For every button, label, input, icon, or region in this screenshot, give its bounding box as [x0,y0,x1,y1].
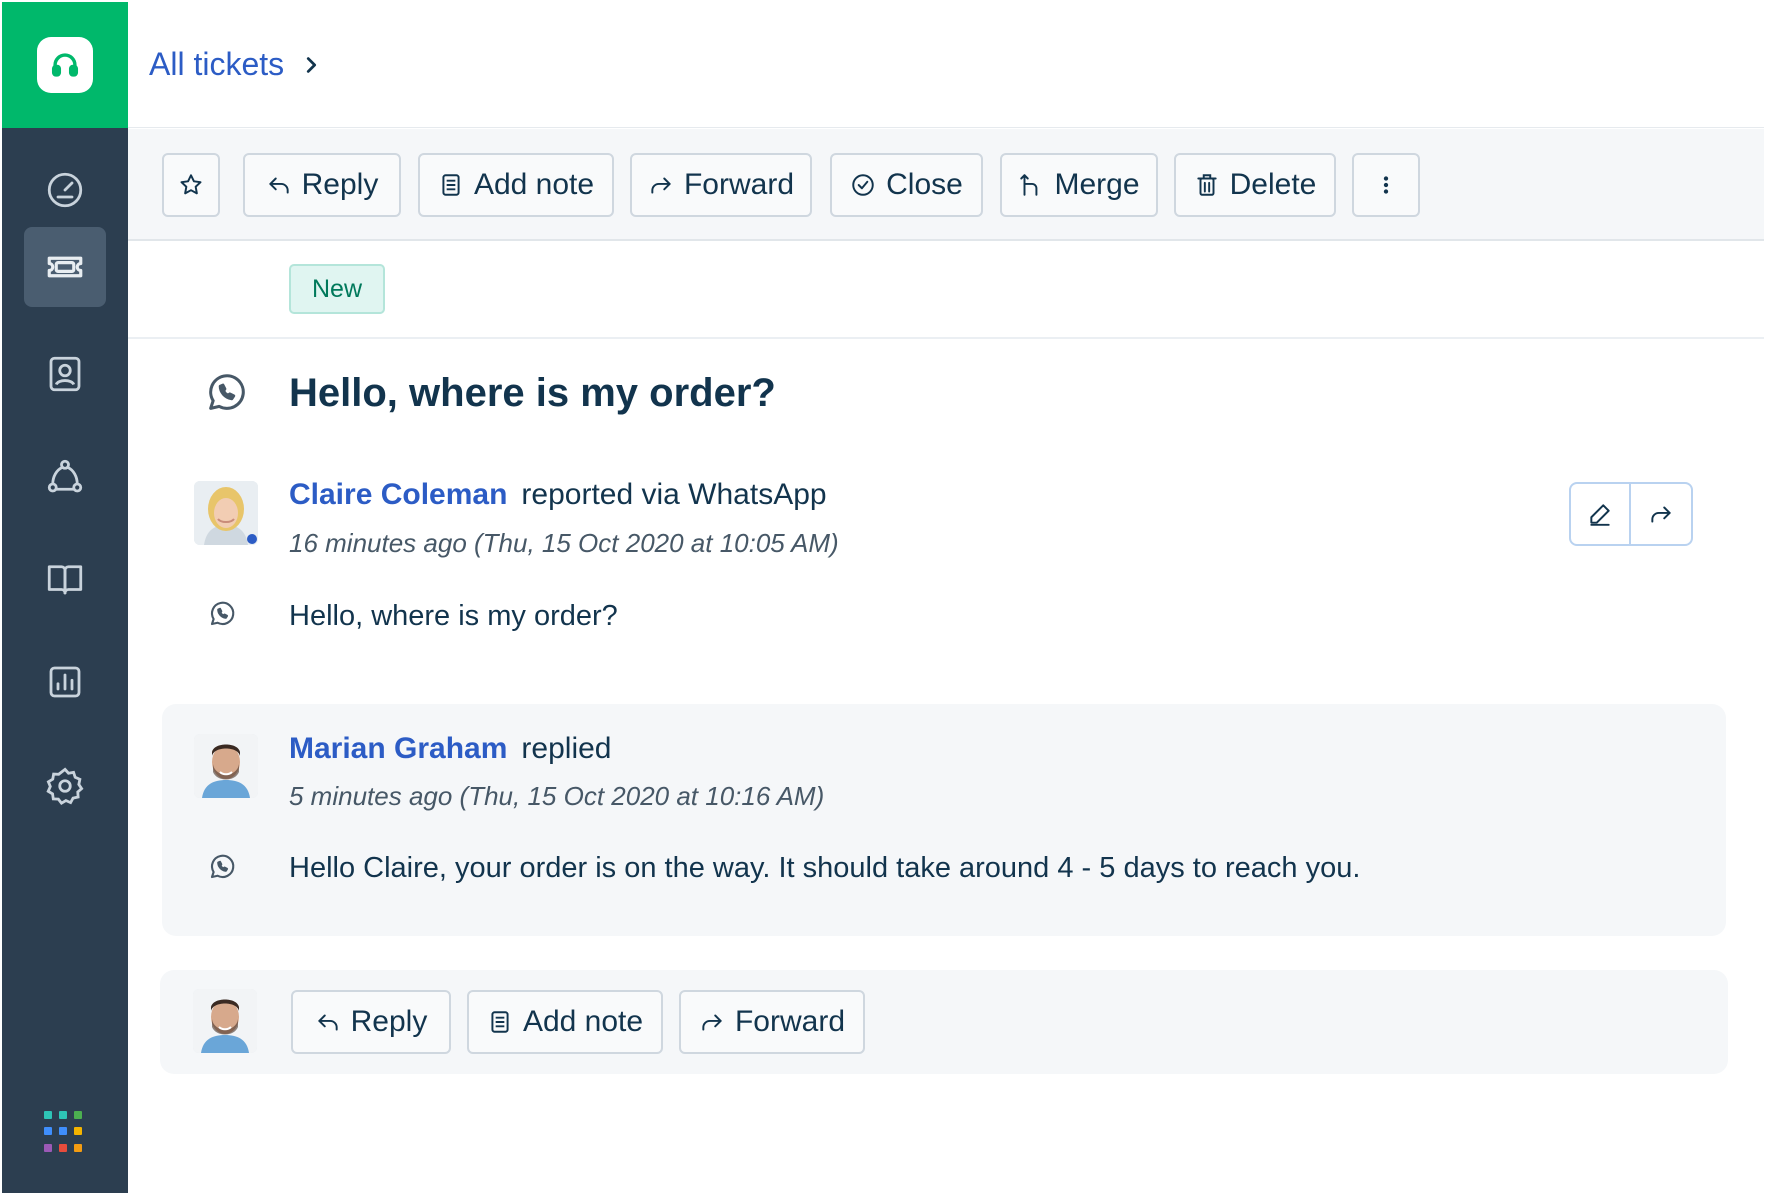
sidebar [2,2,128,1193]
social-icon [47,459,83,493]
compose-reply-button[interactable]: Reply [291,990,451,1054]
ticket-subject: Hello, where is my order? [289,371,776,415]
reply-icon [317,1014,338,1031]
star-icon [180,174,202,195]
breadcrumb-all-tickets[interactable]: All tickets [149,46,284,83]
reply-label: Reply [301,168,379,201]
apps-grid-icon[interactable] [44,1111,86,1153]
message-1-author-line: Claire Coleman reported via WhatsApp [289,478,827,512]
author-action: replied [521,732,612,765]
contacts-icon [49,356,81,392]
pencil-icon [1590,504,1610,526]
note-icon [491,1011,509,1033]
breadcrumb: All tickets [149,46,322,83]
message-timestamp: 5 minutes ago (Thu, 15 Oct 2020 at 10:16… [289,781,825,811]
sidebar-item-analytics[interactable] [24,642,106,722]
message-body: Hello, where is my order? [289,600,618,632]
whatsapp-icon [209,374,245,410]
sidebar-item-dashboard[interactable] [24,150,106,230]
app-logo[interactable] [2,2,128,128]
whatsapp-icon [210,854,235,879]
more-options-button[interactable] [1352,153,1420,217]
compose-add-note-button[interactable]: Add note [467,990,663,1054]
book-icon [47,565,83,595]
chevron-right-icon [307,56,317,73]
forward-icon [1651,506,1671,523]
author-name[interactable]: Claire Coleman [289,478,507,512]
note-icon [442,174,460,196]
add-note-label: Add note [473,168,595,201]
forward-icon [702,1014,722,1031]
close-label: Close [886,168,963,201]
status-row: New [128,243,1764,339]
compose-forward-label: Forward [734,1005,846,1038]
sidebar-item-contacts[interactable] [24,334,106,414]
sidebar-item-settings[interactable] [24,746,106,826]
close-button[interactable]: Close [830,153,983,217]
merge-icon [1020,174,1038,196]
star-button[interactable] [162,153,220,217]
avatar-claire-coleman[interactable] [194,481,258,545]
author-name[interactable]: Marian Graham [289,732,507,766]
message-actions [1569,482,1693,546]
tickets-icon [47,256,83,278]
page-header: All tickets [128,2,1764,128]
delete-label: Delete [1229,168,1317,201]
message-timestamp: 16 minutes ago (Thu, 15 Oct 2020 at 10:0… [289,528,839,558]
delete-button[interactable]: Delete [1174,153,1336,217]
forward-button[interactable]: Forward [630,153,812,217]
avatar-marian-graham[interactable] [194,734,258,798]
reply-button[interactable]: Reply [243,153,401,217]
merge-button[interactable]: Merge [1000,153,1158,217]
trash-icon [1196,174,1217,196]
add-note-button[interactable]: Add note [418,153,614,217]
gear-icon [46,767,84,805]
forward-icon [651,177,671,194]
more-vertical-icon [1383,176,1389,194]
whatsapp-icon [210,601,235,626]
merge-label: Merge [1054,168,1140,201]
compose-bar: Reply Add note Forward [160,970,1728,1074]
forward-label: Forward [683,168,795,201]
forward-message-button[interactable] [1631,484,1691,544]
message-2-author-line: Marian Graham replied [289,732,611,766]
avatar-current-agent [193,989,257,1053]
sidebar-item-tickets[interactable] [24,227,106,307]
check-circle-icon [852,174,874,196]
sidebar-item-solutions[interactable] [24,539,106,619]
analytics-icon [49,666,81,698]
status-badge: New [289,264,385,314]
ticket-toolbar: Reply Add note Forward Close Merge Delet… [128,129,1764,241]
sidebar-item-social[interactable] [24,437,106,517]
author-action: reported via WhatsApp [521,478,827,511]
reply-icon [268,177,289,194]
headset-icon [37,37,93,93]
dashboard-icon [47,172,83,208]
compose-forward-button[interactable]: Forward [679,990,865,1054]
edit-button[interactable] [1571,484,1632,544]
message-body: Hello Claire, your order is on the way. … [289,852,1361,884]
compose-add-note-label: Add note [522,1005,644,1038]
compose-reply-label: Reply [350,1005,428,1038]
